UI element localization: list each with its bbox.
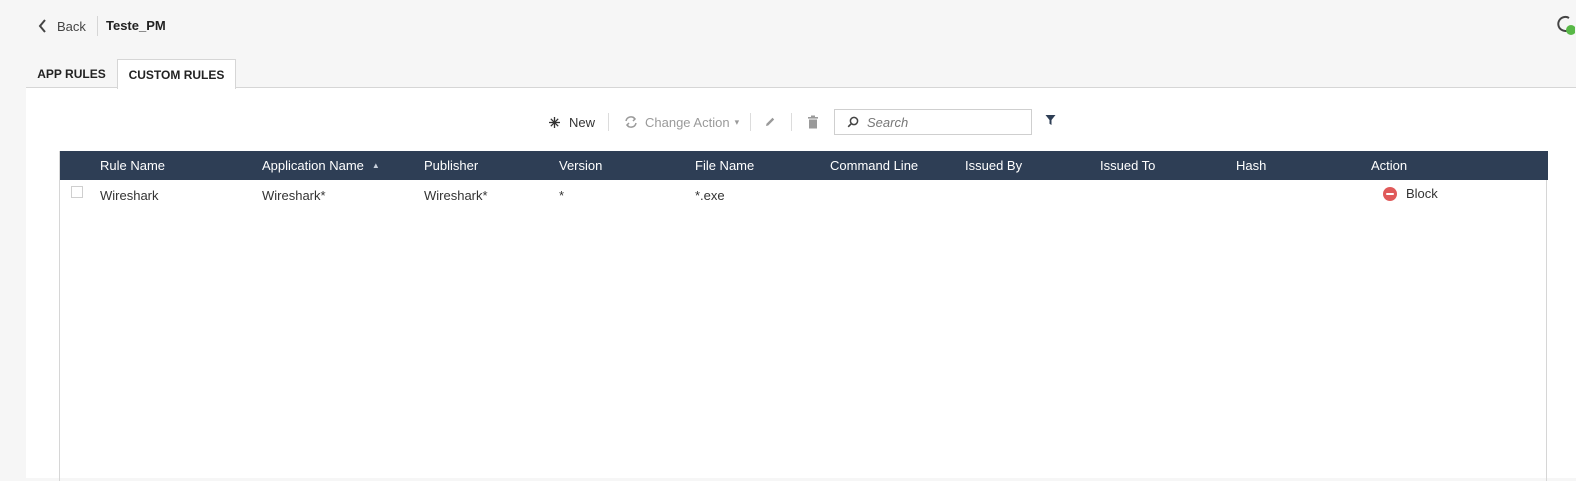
change-action-label: Change Action	[645, 114, 730, 130]
swap-icon	[625, 116, 637, 128]
top-bar: Back Teste_PM	[0, 0, 1576, 52]
column-header-file-name[interactable]: File Name	[695, 151, 754, 180]
pencil-icon	[766, 117, 775, 126]
column-header-hash[interactable]: Hash	[1236, 151, 1266, 180]
edit-button[interactable]	[764, 108, 776, 136]
trash-icon	[808, 115, 818, 129]
toolbar-divider	[750, 113, 751, 131]
refresh-icon[interactable]	[1555, 14, 1575, 36]
filter-icon[interactable]	[1045, 114, 1056, 126]
chevron-left-icon	[38, 19, 46, 33]
toolbar-divider	[791, 113, 792, 131]
block-icon	[1383, 187, 1397, 201]
chevron-down-icon: ▾	[734, 116, 740, 127]
search-input[interactable]	[867, 114, 1017, 130]
cell-action: Block	[1383, 178, 1438, 210]
column-header-version[interactable]: Version	[559, 151, 602, 180]
table-header: Rule Name Application Name ▲ Publisher Ve…	[60, 151, 1548, 180]
cell-publisher: Wireshark*	[424, 188, 488, 203]
action-label: Block	[1406, 186, 1438, 201]
row-checkbox[interactable]	[71, 186, 83, 198]
column-header-action[interactable]: Action	[1371, 151, 1407, 180]
table-row[interactable]: Wireshark Wireshark* Wireshark* * *.exe …	[60, 180, 1546, 212]
new-button[interactable]: New	[548, 108, 595, 136]
change-action-dropdown[interactable]: Change Action ▾	[624, 108, 739, 136]
cell-rule-name: Wireshark	[100, 188, 159, 203]
delete-button[interactable]	[807, 108, 819, 136]
cell-file-name: *.exe	[695, 188, 725, 203]
tab-app-rules[interactable]: APP RULES	[26, 59, 117, 88]
cell-version: *	[559, 188, 565, 203]
column-header-label: Application Name	[262, 158, 364, 173]
rules-table: Rule Name Application Name ▲ Publisher Ve…	[59, 151, 1548, 481]
page-title: Teste_PM	[106, 18, 166, 33]
search-field[interactable]	[834, 109, 1032, 135]
search-icon	[847, 116, 859, 128]
column-header-publisher[interactable]: Publisher	[424, 151, 478, 180]
sort-ascending-icon: ▲	[371, 161, 380, 171]
column-header-issued-by[interactable]: Issued By	[965, 151, 1022, 180]
column-header-rule-name[interactable]: Rule Name	[100, 151, 165, 180]
back-label: Back	[57, 18, 86, 34]
column-header-command-line[interactable]: Command Line	[830, 151, 918, 180]
toolbar-divider	[608, 113, 609, 131]
tab-custom-rules[interactable]: CUSTOM RULES	[117, 59, 236, 89]
sparkle-icon	[549, 116, 560, 128]
cell-application-name: Wireshark*	[262, 188, 326, 203]
back-button[interactable]: Back	[38, 16, 86, 36]
header-divider	[97, 16, 98, 36]
column-header-application-name[interactable]: Application Name ▲	[262, 151, 380, 180]
column-header-issued-to[interactable]: Issued To	[1100, 151, 1155, 180]
new-label: New	[569, 114, 596, 130]
